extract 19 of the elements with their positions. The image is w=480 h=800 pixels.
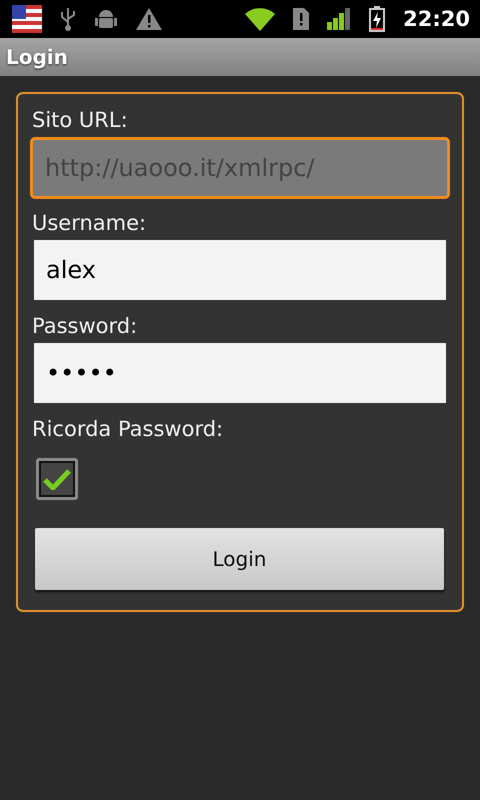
usb-icon — [60, 6, 76, 32]
field-label: Username: — [32, 211, 148, 235]
android-icon — [94, 8, 118, 30]
login-button[interactable]: Login — [35, 528, 444, 590]
input-field[interactable]: alex — [34, 240, 446, 300]
wifi-icon — [245, 7, 276, 31]
checkbox[interactable] — [36, 458, 78, 500]
check-icon — [43, 468, 71, 490]
field-label: Sito URL: — [32, 108, 129, 132]
input-field[interactable]: ••••• — [34, 343, 446, 403]
flag-icon — [12, 5, 42, 33]
sd-card-icon — [293, 8, 310, 30]
clock-time: 22:20 — [403, 7, 470, 31]
field-label: Password: — [32, 314, 138, 338]
checkbox-label: Ricorda Password: — [32, 417, 224, 441]
warning-icon — [136, 8, 162, 30]
battery-charging-icon — [369, 6, 386, 32]
screen-title: Login — [6, 45, 68, 69]
signal-icon — [327, 8, 352, 30]
